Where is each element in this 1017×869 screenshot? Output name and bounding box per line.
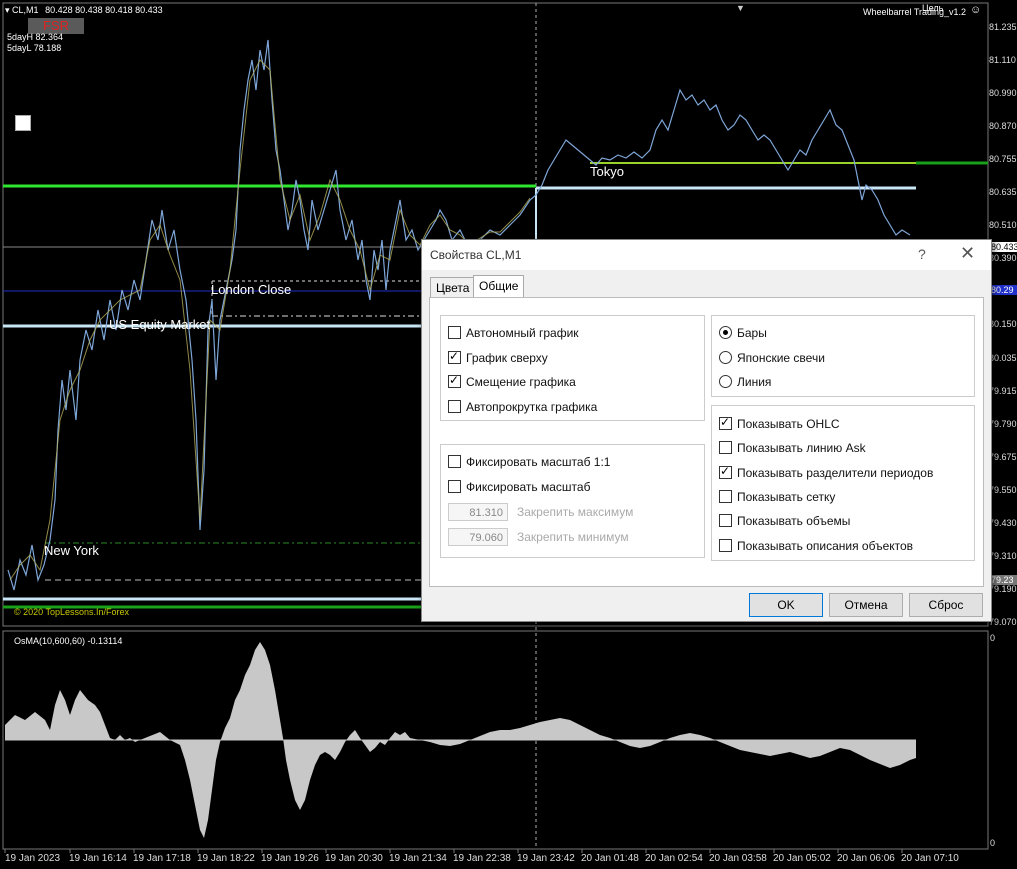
time-axis-label: 19 Jan 21:34 [389, 853, 447, 864]
time-axis-label: 20 Jan 01:48 [581, 853, 639, 864]
checkbox-show-object-descriptions-box[interactable] [719, 539, 732, 552]
checkbox-chart-shift-box[interactable] [448, 373, 461, 388]
fix-min-label: Закрепить минимум [517, 530, 629, 544]
price-axis-label: 81.235 [989, 22, 1017, 32]
green-level-tag: 79.23 [989, 575, 1017, 585]
radio-bars-button[interactable] [719, 326, 732, 339]
session-label-new-york: New York [44, 543, 99, 558]
symbol-header: ▾ CL,M1 80.428 80.438 80.418 80.433 [5, 5, 163, 16]
group-chart-options: Автономный график График сверху Смещение… [440, 315, 705, 421]
time-axis-label: 19 Jan 2023 [5, 853, 61, 864]
time-axis-label: 19 Jan 20:30 [325, 853, 383, 864]
checkbox-show-ask-line-box[interactable] [719, 441, 732, 454]
session-label-tokyo: Tokyo [590, 164, 624, 179]
price-axis-label: 80.870 [989, 121, 1017, 132]
osma-scale-bottom: 0 [990, 838, 996, 848]
time-axis-label: 20 Jan 02:54 [645, 853, 703, 864]
fix-min-input[interactable]: 79.060 [448, 528, 508, 546]
checkbox-show-volumes-box[interactable] [719, 514, 732, 527]
fix-max-input[interactable]: 81.310 [448, 503, 508, 521]
close-icon[interactable]: ✕ [960, 243, 975, 264]
dialog-title: Свойства CL,M1 [430, 248, 522, 262]
tab-general[interactable]: Общие [473, 275, 525, 299]
fix-max-label: Закрепить максимум [517, 505, 634, 519]
properties-dialog: Свойства CL,M1 ? ✕ Цвета Общие Автономны… [421, 239, 992, 622]
group-scale: Фиксировать масштаб 1:1 Фиксировать масш… [440, 444, 705, 558]
time-axis-label: 19 Jan 22:38 [453, 853, 511, 864]
current-price-tag: 80.433 [989, 242, 1017, 252]
time-axis-label: 20 Jan 07:10 [901, 853, 959, 864]
time-axis-label: 19 Jan 16:14 [69, 853, 127, 864]
time-axis-label: 19 Jan 23:42 [517, 853, 575, 864]
price-axis-label: 80.990 [989, 88, 1017, 99]
panel-toggle-button[interactable] [15, 115, 31, 131]
five-day-low: 5dayL 78.188 [7, 43, 62, 53]
ea-name: Wheelbarrel Trading_v1.2 [863, 7, 967, 17]
tab-pane-general: Автономный график График сверху Смещение… [429, 297, 984, 587]
radio-line-button[interactable] [719, 375, 732, 388]
time-axis-label: 20 Jan 03:58 [709, 853, 767, 864]
checkbox-offline-chart-box[interactable] [448, 326, 461, 339]
copyright: © 2020 TopLessons.In/Forex [14, 607, 130, 617]
tab-colors[interactable]: Цвета [430, 277, 476, 298]
checkbox-show-ohlc-box[interactable] [719, 415, 732, 430]
radio-candles-button[interactable] [719, 351, 732, 364]
osma-label: OsMA(10,600,60) -0.13114 [14, 636, 123, 646]
ea-tag: Цель [922, 3, 944, 13]
checkbox-show-period-separators-box[interactable] [719, 464, 732, 479]
osma-scale-top: 0 [990, 633, 996, 643]
price-axis-label: 81.110 [989, 55, 1016, 66]
symbol-label: CL,M1 [12, 5, 39, 15]
checkbox-show-grid-box[interactable] [719, 490, 732, 503]
checkbox-fix-scale-box[interactable] [448, 480, 461, 493]
help-icon[interactable]: ? [918, 246, 926, 262]
checkbox-autoscroll-box[interactable] [448, 400, 461, 413]
five-day-high: 5dayH 82.364 [7, 32, 64, 42]
reset-button[interactable]: Сброс [909, 593, 983, 617]
checkbox-fix-scale-1-1-box[interactable] [448, 455, 461, 468]
shift-marker-icon[interactable]: ▼ [736, 3, 745, 13]
time-axis-label: 19 Jan 17:18 [133, 853, 191, 864]
time-axis-label: 19 Jan 19:26 [261, 853, 319, 864]
group-show-options: Показывать OHLC Показывать линию Ask Пок… [711, 405, 975, 561]
session-label-london-close: London Close [211, 282, 292, 297]
smiley-icon: ☺ [970, 4, 982, 16]
price-axis-label: 80.635 [989, 187, 1017, 198]
time-axis-label: 20 Jan 05:02 [773, 853, 831, 864]
ok-button[interactable]: OK [749, 593, 823, 617]
session-label-us-equity: US Equity Market [109, 317, 211, 332]
price-axis-label: 80.510 [989, 220, 1017, 231]
dialog-titlebar[interactable]: Свойства CL,M1 ? ✕ [422, 240, 991, 270]
blue-level-tag: 80.29 [989, 285, 1017, 295]
time-axis-label: 19 Jan 18:22 [197, 853, 255, 864]
group-chart-type: Бары Японские свечи Линия [711, 315, 975, 397]
time-axis-label: 20 Jan 06:06 [837, 853, 895, 864]
price-axis-label: 80.755 [989, 154, 1017, 165]
cancel-button[interactable]: Отмена [829, 593, 903, 617]
chevron-down-icon[interactable]: ▾ [5, 5, 10, 15]
checkbox-chart-on-top-box[interactable] [448, 349, 461, 364]
ohlc-values: 80.428 80.438 80.418 80.433 [45, 5, 163, 15]
